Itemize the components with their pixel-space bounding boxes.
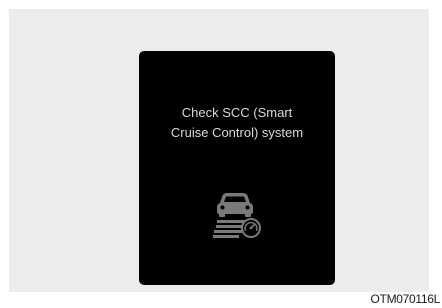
cluster-display: Check SCC (Smart Cruise Control) system: [139, 51, 335, 285]
illustration-frame: Check SCC (Smart Cruise Control) system: [9, 9, 429, 292]
figure-code: OTM070116L: [370, 292, 441, 306]
warning-message: Check SCC (Smart Cruise Control) system: [170, 105, 304, 140]
scc-warning-icon: [213, 193, 261, 238]
